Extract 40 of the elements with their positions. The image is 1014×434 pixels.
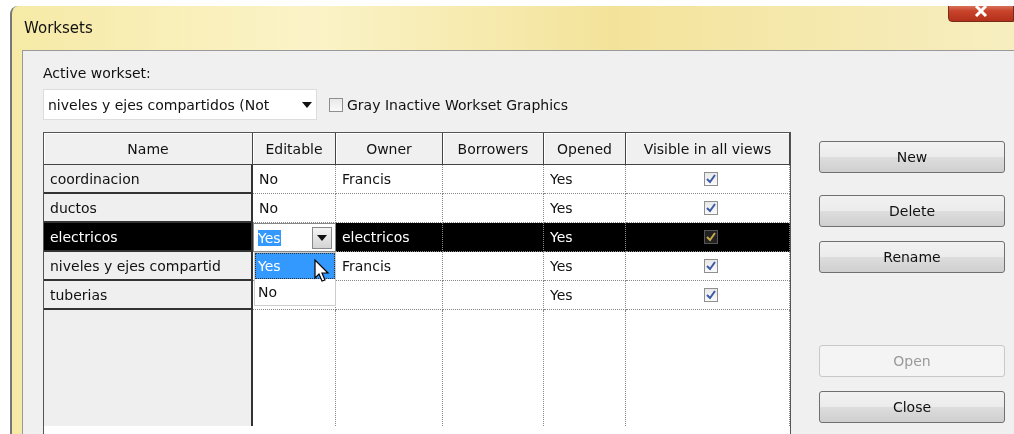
table-cell: electricos: [336, 223, 443, 252]
checkbox[interactable]: [703, 259, 718, 273]
dialog-button[interactable]: Delete: [819, 195, 1005, 227]
column-header[interactable]: Borrowers: [443, 133, 544, 165]
dialog-button[interactable]: Close: [819, 391, 1005, 423]
table-cell: Francis: [336, 165, 443, 194]
checkbox[interactable]: [703, 288, 718, 302]
table-cell: No: [253, 194, 336, 223]
name-cell[interactable]: coordinacion: [44, 165, 253, 194]
table-cell: Yes: [544, 165, 626, 194]
name-cell[interactable]: electricos: [44, 223, 253, 252]
column-header[interactable]: Name: [44, 133, 253, 165]
column-header[interactable]: Editable: [253, 133, 336, 165]
close-button[interactable]: [948, 6, 1014, 22]
checkbox-label: Gray Inactive Workset Graphics: [347, 96, 569, 113]
table-cell: Yes: [544, 223, 626, 252]
caret-icon: [317, 234, 327, 241]
caret-icon: [302, 101, 312, 108]
table-cell: No: [253, 165, 336, 194]
dialog-button[interactable]: New: [819, 141, 1005, 173]
column-header[interactable]: Owner: [336, 133, 443, 165]
column-header[interactable]: Visible in all views: [626, 133, 790, 165]
column-header[interactable]: Opened: [544, 133, 626, 165]
name-cell[interactable]: tuberias: [44, 281, 253, 310]
checkbox[interactable]: [703, 172, 718, 186]
checkbox[interactable]: [703, 230, 718, 244]
table-cell: Francis: [336, 252, 443, 281]
checkbox[interactable]: [329, 97, 343, 112]
table-cell: Yes: [544, 281, 626, 310]
active-workset-label: Active workset:: [43, 65, 152, 81]
active-workset-dropdown[interactable]: niveles y ejes compartidos (Not: [43, 89, 317, 120]
window-title: Worksets: [24, 19, 93, 37]
close-icon: [974, 6, 988, 17]
cursor-icon: [314, 259, 330, 283]
checkbox[interactable]: [703, 201, 718, 215]
table-cell: Yes: [544, 252, 626, 281]
name-cell[interactable]: ductos: [44, 194, 253, 223]
table-cell: Yes: [544, 194, 626, 223]
name-cell[interactable]: niveles y ejes compartid: [44, 252, 253, 281]
dialog-button[interactable]: Rename: [819, 241, 1005, 273]
